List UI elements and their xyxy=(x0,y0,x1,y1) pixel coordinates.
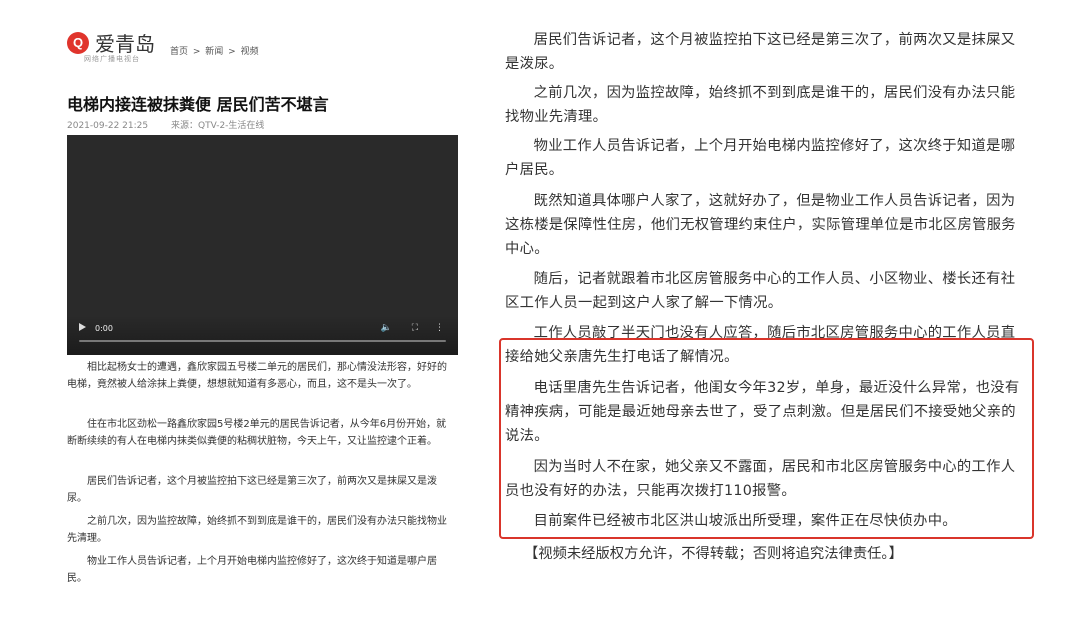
breadcrumb-home[interactable]: 首页 xyxy=(170,47,188,57)
right-paragraph: 既然知道具体哪户人家了，这就好办了，但是物业工作人员告诉记者，因为这栋楼是保障性… xyxy=(505,193,1016,257)
article-paragraph: 相比起杨女士的遭遇，鑫欣家园五号楼二单元的居民们，那心情没法形容，好好的电梯，竟… xyxy=(67,362,447,390)
breadcrumb-sep-icon: > xyxy=(190,47,204,57)
article-paragraph: 居民们告诉记者，这个月被监控拍下这已经是第三次了，前两次又是抹屎又是泼尿。 xyxy=(67,476,437,504)
left-article-panel: Q 爱青岛 网络广播电视台 首页 > 新闻 > 视频 电梯内接连被抹粪便 居民们… xyxy=(0,0,480,624)
breadcrumb: 首页 > 新闻 > 视频 xyxy=(170,44,261,57)
volume-icon[interactable]: 🔈 xyxy=(381,323,392,333)
article-paragraph: 之前几次，因为监控故障，始终抓不到到底是谁干的，居民们没有办法只能找物业先清理。 xyxy=(67,516,447,544)
copyright-note: 【视频未经版权方允许，不得转载；否则将追究法律责任。】 xyxy=(524,546,903,562)
play-icon[interactable] xyxy=(79,323,86,331)
article-datetime: 2021-09-22 21:25 xyxy=(67,121,149,131)
article-paragraph: 住在市北区劲松一路鑫欣家园5号楼2单元的居民告诉记者，从今年6月份开始，就断断续… xyxy=(67,419,447,447)
right-paragraph: 物业工作人员告诉记者，上个月开始电梯内监控修好了，这次终于知道是哪户居民。 xyxy=(505,138,1016,178)
video-control-bar xyxy=(67,315,458,355)
breadcrumb-sep-icon: > xyxy=(225,47,239,57)
logo-text: 爱青岛 xyxy=(95,32,155,56)
more-options-icon[interactable]: ⋮ xyxy=(435,323,444,333)
fullscreen-icon[interactable]: ⛶ xyxy=(412,323,418,333)
breadcrumb-video[interactable]: 视频 xyxy=(241,47,259,57)
video-player[interactable]: 0:00 🔈 ⛶ ⋮ xyxy=(67,135,458,355)
logo-q-icon: Q xyxy=(67,31,89,54)
video-time: 0:00 xyxy=(95,324,113,333)
article-title: 电梯内接连被抹粪便 居民们苦不堪言 xyxy=(67,95,329,114)
breadcrumb-news[interactable]: 新闻 xyxy=(205,47,223,57)
article-meta: 2021-09-22 21:25 来源：QTV-2-生活在线 xyxy=(67,118,284,131)
article-paragraph: 物业工作人员告诉记者，上个月开始电梯内监控修好了，这次终于知道是哪户居民。 xyxy=(67,556,437,584)
site-logo[interactable]: Q 爱青岛 xyxy=(67,28,155,57)
video-seek-bar[interactable] xyxy=(79,340,446,342)
right-paragraph: 随后，记者就跟着市北区房管服务中心的工作人员、小区物业、楼长还有社区工作人员一起… xyxy=(505,271,1016,311)
logo-subtitle: 网络广播电视台 xyxy=(84,55,140,63)
right-paragraph: 之前几次，因为监控故障，始终抓不到到底是谁干的，居民们没有办法只能找物业先清理。 xyxy=(505,85,1016,125)
right-paragraph: 居民们告诉记者，这个月被监控拍下这已经是第三次了，前两次又是抹屎又是泼尿。 xyxy=(505,32,1016,72)
article-source: 来源：QTV-2-生活在线 xyxy=(170,121,265,131)
highlight-box xyxy=(499,338,1034,539)
